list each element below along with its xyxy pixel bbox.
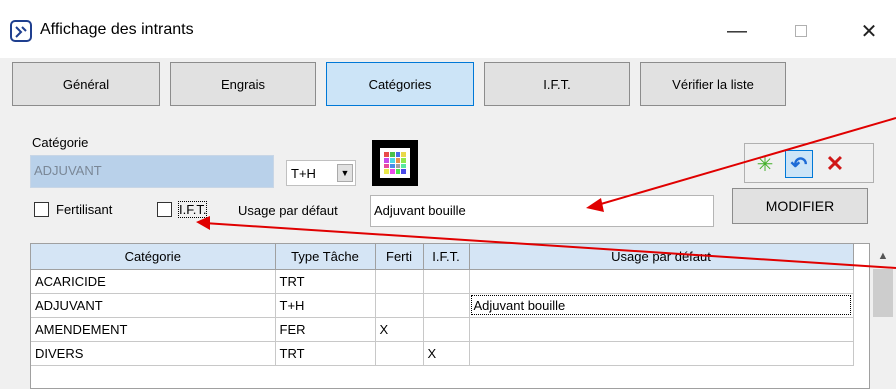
color-palette-icon xyxy=(380,148,410,178)
tab-categories[interactable]: Catégories xyxy=(326,62,474,106)
undo-icon[interactable]: ↶ xyxy=(785,150,813,178)
close-button[interactable]: ✕ xyxy=(846,14,892,48)
table-cell[interactable]: X xyxy=(423,341,470,366)
scroll-up-icon[interactable]: ▲ xyxy=(870,245,896,267)
app-icon xyxy=(10,20,32,42)
modify-button[interactable]: MODIFIER xyxy=(732,188,868,224)
column-header[interactable]: Ferti xyxy=(375,244,424,270)
column-header[interactable]: I.F.T. xyxy=(423,244,470,270)
ift-label: I.F.T. xyxy=(177,201,208,218)
maximize-icon xyxy=(795,25,807,37)
minimize-button[interactable]: — xyxy=(714,14,760,48)
checkbox-box[interactable] xyxy=(157,202,172,217)
tab-verifier-liste[interactable]: Vérifier la liste xyxy=(640,62,786,106)
table-row[interactable]: ADJUVANT T+H Adjuvant bouille xyxy=(31,293,854,318)
maximize-button[interactable] xyxy=(778,14,824,48)
table-cell[interactable] xyxy=(375,269,424,294)
table-row[interactable]: ACARICIDE TRT xyxy=(31,269,854,294)
type-tache-value: T+H xyxy=(291,166,316,181)
tab-general[interactable]: Général xyxy=(12,62,160,106)
categories-grid: Catégorie Type Tâche Ferti I.F.T. Usage … xyxy=(30,243,870,389)
column-header[interactable]: Catégorie xyxy=(31,244,276,270)
column-header[interactable]: Type Tâche xyxy=(275,244,376,270)
table-cell[interactable] xyxy=(469,317,854,342)
chevron-down-icon[interactable]: ▼ xyxy=(337,164,353,182)
table-cell[interactable] xyxy=(375,341,424,366)
table-cell[interactable]: DIVERS xyxy=(31,341,276,366)
color-picker-button[interactable] xyxy=(372,140,418,186)
usage-field[interactable]: Adjuvant bouille xyxy=(370,195,714,227)
table-cell[interactable] xyxy=(469,341,854,366)
table-cell[interactable] xyxy=(423,293,470,318)
scrollbar-thumb[interactable] xyxy=(873,269,893,317)
tab-engrais[interactable]: Engrais xyxy=(170,62,316,106)
fertilisant-label: Fertilisant xyxy=(56,202,113,217)
refresh-icon[interactable]: ✳ xyxy=(751,150,779,178)
table-cell[interactable] xyxy=(469,269,854,294)
categorie-label: Catégorie xyxy=(32,135,89,150)
vertical-scrollbar[interactable]: ▲ xyxy=(870,243,896,389)
tab-label: Vérifier la liste xyxy=(672,76,754,92)
table-row[interactable]: AMENDEMENT FER X xyxy=(31,317,854,342)
table-cell[interactable]: FER xyxy=(275,317,376,342)
tab-label: Catégories xyxy=(368,76,432,92)
checkbox-box[interactable] xyxy=(34,202,49,217)
tab-label: Engrais xyxy=(220,76,266,92)
usage-label: Usage par défaut xyxy=(238,203,338,218)
table-cell[interactable]: TRT xyxy=(275,341,376,366)
table-row[interactable]: DIVERS TRT X xyxy=(31,341,854,366)
table-cell[interactable]: Adjuvant bouille xyxy=(469,293,854,318)
fertilisant-checkbox[interactable]: Fertilisant xyxy=(34,202,112,217)
type-tache-combo[interactable]: T+H ▼ xyxy=(286,160,356,186)
table-header-row: Catégorie Type Tâche Ferti I.F.T. Usage … xyxy=(31,244,854,270)
ift-checkbox[interactable]: I.F.T. xyxy=(157,201,208,218)
column-header[interactable]: Usage par défaut xyxy=(469,244,854,270)
table-cell[interactable] xyxy=(423,269,470,294)
table-cell[interactable]: AMENDEMENT xyxy=(31,317,276,342)
cancel-icon[interactable]: ✕ xyxy=(821,150,849,178)
categorie-field[interactable]: ADJUVANT xyxy=(30,155,274,188)
actions-panel: ✳ ↶ ✕ xyxy=(744,143,874,183)
tab-ift[interactable]: I.F.T. xyxy=(484,62,630,106)
table-cell[interactable] xyxy=(375,293,424,318)
window-title: Affichage des intrants xyxy=(40,21,194,38)
tab-label: I.F.T. xyxy=(543,76,571,92)
table-cell[interactable]: T+H xyxy=(275,293,376,318)
table-cell[interactable]: X xyxy=(375,317,424,342)
table-cell[interactable]: ACARICIDE xyxy=(31,269,276,294)
table-cell[interactable]: ADJUVANT xyxy=(31,293,276,318)
table-cell[interactable]: TRT xyxy=(275,269,376,294)
table-cell[interactable] xyxy=(423,317,470,342)
categories-table: Catégorie Type Tâche Ferti I.F.T. Usage … xyxy=(31,244,854,366)
title-bar: Affichage des intrants — ✕ xyxy=(0,0,896,58)
tab-label: Général xyxy=(62,76,110,92)
